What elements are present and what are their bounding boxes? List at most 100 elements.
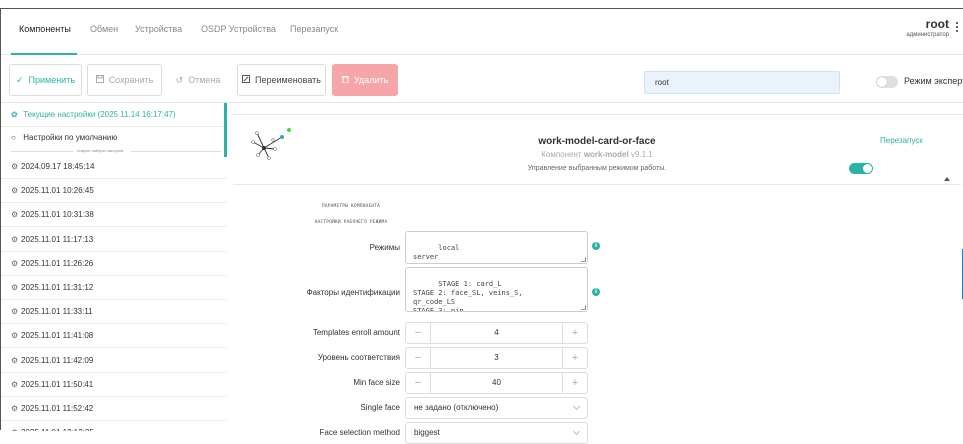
check-icon: ✓ [15, 74, 24, 85]
collapse-icon[interactable] [944, 177, 950, 181]
sidebar-item-label: 2025.11.01 11:50:41 [21, 379, 94, 389]
history-icon: ⚙ [11, 162, 19, 171]
history-icon: ⚙ [11, 379, 19, 389]
increment-button[interactable]: + [562, 323, 587, 343]
tab-osdp-devices[interactable]: OSDP Устройства [201, 24, 276, 34]
apply-button[interactable]: ✓ Применить [9, 64, 82, 96]
gear-icon: ✿ [11, 110, 18, 119]
info-icon[interactable]: i [592, 242, 600, 250]
resize-handle-icon[interactable] [581, 257, 586, 262]
history-icon: ⚙ [11, 404, 19, 413]
sidebar-history-item[interactable]: ⚙ 2024.09.17 18:45:14 [1, 155, 227, 179]
sidebar-history-item[interactable]: ⚙ 2025.11.01 11:52:42 [1, 397, 227, 421]
factors-value: STAGE 1: card_L STAGE 2: face_SL, veins_… [413, 280, 523, 312]
history-icon: ⚙ [11, 234, 19, 244]
sidebar-history-item[interactable]: ⚙ 2025.11.01 11:26:26 [1, 252, 227, 276]
cancel-label: Отмена [188, 75, 221, 85]
component-version: v9.1.1 [630, 150, 653, 159]
chevron-down-icon [572, 427, 581, 436]
config-name-input[interactable]: root [644, 71, 840, 94]
match-label: Уровень соответствия [317, 353, 400, 362]
history-icon: ⚙ [11, 355, 19, 365]
enroll-stepper[interactable]: − 4 + [405, 322, 588, 344]
sidebar-item-label: Настройки по умолчанию [23, 133, 118, 142]
history-icon: ⚙ [11, 331, 19, 341]
sidebar-history-item[interactable]: ⚙ 2025.11.01 11:50:41 [1, 373, 227, 397]
active-tab-indicator [11, 53, 77, 55]
minface-stepper[interactable]: − 40 + [405, 372, 588, 394]
settings-history-sidebar: ✿ Текущие настройки (2025 11.14 16:17:47… [1, 103, 227, 431]
sidebar-item-label: 2025.11.01 11:31:12 [21, 283, 94, 292]
factors-label: Факторы идентификации [306, 288, 400, 297]
user-info[interactable]: root администратор [906, 17, 949, 38]
factors-textarea[interactable]: STAGE 1: card_L STAGE 2: face_SL, veins_… [405, 267, 588, 312]
trash-icon [341, 75, 349, 85]
sidebar-history-item[interactable]: ⚙ 2025.11.01 11:33:11 [1, 300, 227, 325]
sidebar-history-item[interactable]: ⚙ 2025.11.01 11:41:08 [1, 324, 227, 349]
tab-devices[interactable]: Устройства [135, 24, 182, 34]
modes-textarea[interactable]: local server [405, 231, 588, 264]
history-separator-label: старые наборы настроек [77, 148, 124, 153]
tab-restart[interactable]: Перезапуск [290, 24, 338, 34]
enroll-value[interactable]: 4 [431, 323, 562, 343]
decrement-button[interactable]: − [406, 348, 431, 368]
sidebar-item-current[interactable]: ✿ Текущие настройки (2025 11.14 16:17:47… [1, 103, 227, 127]
sidebar-item-label: 2025.11.01 11:33:11 [21, 307, 93, 317]
decrement-button[interactable]: − [406, 323, 431, 343]
component-subtitle-prefix: Компонент [541, 150, 582, 159]
subsection-title: НАСТРОЙКИ РАБОЧЕГО РЕЖИМА [314, 220, 388, 225]
component-title: work-model-card-or-face [538, 136, 656, 147]
decrement-button[interactable]: − [406, 373, 431, 393]
top-strip [0, 0, 963, 8]
sidebar-history-item[interactable]: ⚙ 2025.11.01 11:31:12 [1, 276, 227, 300]
sidebar-history-item[interactable]: ⚙ 2025.11.01 10:31:38 [1, 203, 227, 228]
minface-value[interactable]: 40 [431, 373, 562, 393]
delete-button[interactable]: Удалить [332, 64, 398, 96]
sidebar-item-label: 2025.11.01 11:26:26 [21, 258, 94, 268]
component-panel: work-model-card-or-face Компонент work-m… [231, 103, 963, 444]
component-enabled-toggle[interactable] [849, 163, 873, 174]
enroll-label: Templates enroll amount [312, 328, 400, 337]
increment-button[interactable]: + [562, 348, 587, 368]
expert-mode-toggle[interactable] [876, 76, 898, 88]
single-face-value: не задано (отключено) [414, 403, 499, 412]
section-title: ПАРАМЕТРЫ КОМПОНЕНТА [321, 204, 381, 209]
more-menu-icon[interactable] [956, 22, 959, 34]
sidebar-item-label: Текущие настройки (2025 11.14 16:17:47) [23, 110, 176, 119]
cancel-button[interactable]: ↺ Отмена [167, 64, 229, 96]
history-icon: ⚙ [11, 258, 19, 268]
save-button[interactable]: Сохранить [87, 64, 162, 96]
component-subtitle: Компонент work-model v9.1.1 [233, 150, 961, 159]
edit-icon [242, 75, 250, 85]
sidebar-item-label: 2025.11.01 11:52:42 [21, 404, 94, 413]
resize-handle-icon[interactable] [581, 305, 586, 310]
panel-top-bar [231, 103, 963, 115]
match-stepper[interactable]: − 3 + [405, 347, 588, 369]
sidebar-item-label: 2025.11.01 10:31:38 [21, 210, 94, 220]
sidebar-history-item[interactable]: ⚙ 2025.11.01 11:42:09 [1, 349, 227, 373]
match-value[interactable]: 3 [431, 348, 562, 368]
history-icon: ⚙ [11, 210, 19, 220]
tab-exchange[interactable]: Обмен [90, 24, 118, 34]
increment-button[interactable]: + [562, 373, 587, 393]
sidebar-item-label: 2024.09.17 18:45:14 [21, 162, 95, 171]
save-icon [95, 75, 104, 85]
rename-button[interactable]: Переименовать [237, 64, 326, 96]
modes-label: Режимы [369, 243, 400, 252]
sidebar-item-label: 2025.11.01 11:41:08 [21, 331, 94, 341]
sidebar-history-item[interactable]: ⚙ 2025.11.01 11:17:13 [1, 228, 227, 252]
sidebar-history-item[interactable]: ⚙ 2025.11.01 10:26:45 [1, 179, 227, 204]
restart-link[interactable]: Перезапуск [880, 136, 923, 145]
sidebar-scrollbar[interactable] [224, 103, 227, 157]
undo-icon: ↺ [175, 74, 184, 85]
single-face-select[interactable]: не задано (отключено) [405, 397, 588, 419]
single-face-label: Single face [360, 403, 400, 412]
info-icon[interactable]: i [592, 288, 600, 296]
sidebar-item-label: 2025.11.01 11:17:13 [21, 234, 94, 244]
selection-method-select[interactable]: biggest [405, 422, 588, 444]
user-name: root [925, 17, 949, 31]
tab-components[interactable]: Компоненты [19, 24, 71, 34]
history-icon: ⚙ [11, 186, 19, 196]
sidebar-item-label: 2025.11.01 10:26:45 [21, 186, 94, 196]
user-role: администратор [906, 32, 949, 38]
